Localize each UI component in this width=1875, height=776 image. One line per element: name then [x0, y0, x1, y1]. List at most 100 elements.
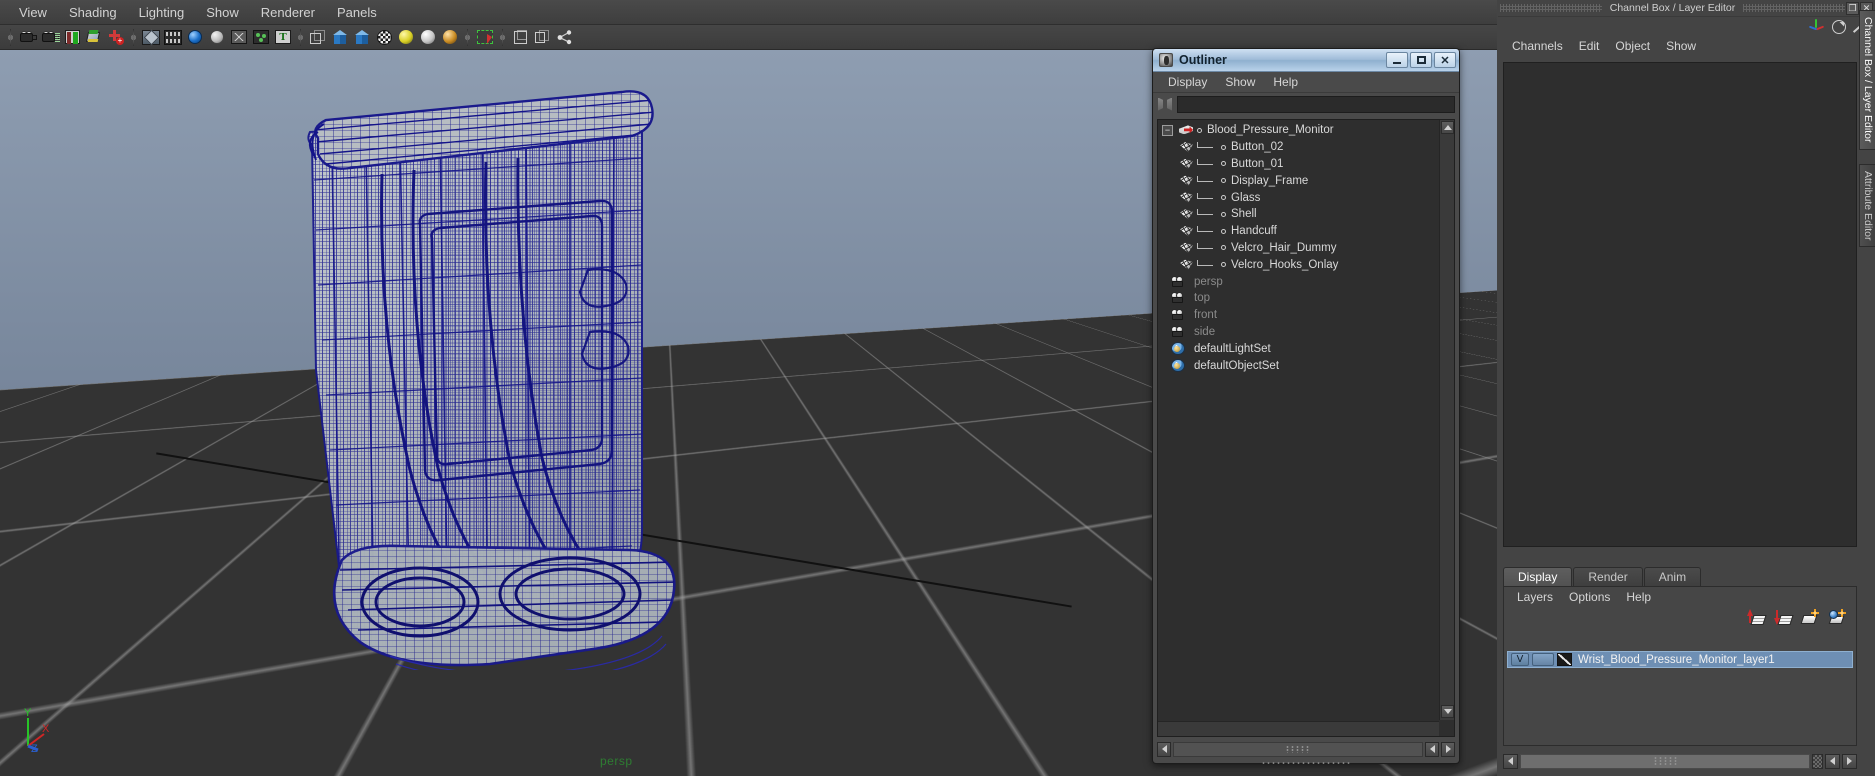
- outliner-vertical-scrollbar[interactable]: [1439, 120, 1454, 720]
- outliner-tree[interactable]: − Blood_Pressure_Monitor Button_02 Butto…: [1158, 120, 1438, 720]
- menu-show[interactable]: Show: [195, 2, 250, 23]
- wireframe-box-icon[interactable]: [308, 27, 328, 47]
- outliner-item-default-light-set[interactable]: defaultLightSet: [1158, 340, 1438, 357]
- scroll-down-button[interactable]: [1441, 705, 1454, 718]
- outliner-item-glass[interactable]: Glass: [1158, 189, 1438, 206]
- isolate-cube-icon[interactable]: [510, 27, 530, 47]
- scroll-right-step-button[interactable]: [1842, 754, 1857, 769]
- wireframe-model[interactable]: [270, 70, 790, 670]
- outliner-item-velcro-hooks-onlay[interactable]: Velcro_Hooks_Onlay: [1158, 256, 1438, 273]
- layer-list[interactable]: V Wrist_Blood_Pressure_Monitor_layer1: [1507, 651, 1853, 741]
- scroll-left-button[interactable]: [1503, 754, 1518, 769]
- outliner-item-velcro-hair-dummy[interactable]: Velcro_Hair_Dummy: [1158, 240, 1438, 257]
- move-tool-icon[interactable]: +: [106, 27, 126, 47]
- close-button[interactable]: ✕: [1434, 52, 1456, 68]
- light-orange-icon[interactable]: [440, 27, 460, 47]
- outliner-item-default-object-set[interactable]: defaultObjectSet: [1158, 357, 1438, 374]
- paint-icon[interactable]: [84, 27, 104, 47]
- outliner-item-shell[interactable]: Shell: [1158, 206, 1438, 223]
- minimize-button[interactable]: [1386, 52, 1408, 68]
- pie-icon[interactable]: [1832, 20, 1846, 34]
- share-icon[interactable]: [554, 27, 574, 47]
- layer-color-swatch[interactable]: [1557, 653, 1572, 666]
- maximize-button[interactable]: [1410, 52, 1432, 68]
- right-panel-horizontal-scrollbar[interactable]: [1503, 752, 1857, 770]
- search-filter-icon[interactable]: [1157, 97, 1173, 112]
- menu-view[interactable]: View: [8, 2, 58, 23]
- outliner-window[interactable]: Outliner ✕ Display Show Help − Blood_Pre…: [1152, 48, 1460, 764]
- texture-icon[interactable]: T: [273, 27, 293, 47]
- outliner-menu-show[interactable]: Show: [1216, 73, 1264, 91]
- outliner-item-button-01[interactable]: Button_01: [1158, 156, 1438, 173]
- outliner-horizontal-scrollbar-inner[interactable]: [1158, 721, 1439, 736]
- camera-attributes-icon[interactable]: [40, 27, 60, 47]
- menu-renderer[interactable]: Renderer: [250, 2, 326, 23]
- outliner-item-side[interactable]: side: [1158, 324, 1438, 341]
- outliner-item-display-frame[interactable]: Display_Frame: [1158, 172, 1438, 189]
- image-plane-icon[interactable]: [62, 27, 82, 47]
- tab-display[interactable]: Display: [1503, 567, 1572, 586]
- smooth-shade-icon[interactable]: [185, 27, 205, 47]
- scroll-track[interactable]: [1173, 742, 1423, 757]
- menu-show[interactable]: Show: [1658, 37, 1704, 55]
- outliner-item-persp[interactable]: persp: [1158, 273, 1438, 290]
- camera-icon[interactable]: [18, 27, 38, 47]
- layer-playback-toggle[interactable]: [1532, 653, 1554, 666]
- outliner-item-top[interactable]: top: [1158, 290, 1438, 307]
- layer-row[interactable]: V Wrist_Blood_Pressure_Monitor_layer1: [1507, 651, 1853, 668]
- drag-handle-right[interactable]: [1743, 4, 1845, 12]
- outliner-item-handcuff[interactable]: Handcuff: [1158, 223, 1438, 240]
- menu-object[interactable]: Object: [1607, 37, 1658, 55]
- lights-icon[interactable]: [251, 27, 271, 47]
- outliner-item-front[interactable]: front: [1158, 307, 1438, 324]
- menu-help[interactable]: Help: [1618, 588, 1659, 606]
- checker-icon[interactable]: [374, 27, 394, 47]
- new-layer-icon[interactable]: [1801, 609, 1819, 625]
- vtab-attribute-editor[interactable]: Attribute Editor: [1859, 164, 1875, 247]
- menu-edit[interactable]: Edit: [1571, 37, 1608, 55]
- resize-grip[interactable]: [1261, 761, 1351, 765]
- menu-panels[interactable]: Panels: [326, 2, 388, 23]
- menu-channels[interactable]: Channels: [1504, 37, 1571, 55]
- drag-handle-left[interactable]: [1500, 4, 1602, 12]
- scroll-left-button[interactable]: [1157, 742, 1171, 757]
- outliner-menu-display[interactable]: Display: [1159, 73, 1216, 91]
- flat-shade-icon[interactable]: [207, 27, 227, 47]
- outliner-titlebar[interactable]: Outliner ✕: [1153, 49, 1459, 72]
- move-layer-down-icon[interactable]: [1774, 609, 1792, 625]
- scroll-left-step-button[interactable]: [1425, 742, 1439, 757]
- scroll-track[interactable]: [1520, 754, 1810, 769]
- layer-visibility-toggle[interactable]: V: [1511, 653, 1529, 666]
- expander-toggle[interactable]: −: [1162, 125, 1173, 136]
- menu-layers[interactable]: Layers: [1509, 588, 1561, 606]
- tab-anim[interactable]: Anim: [1644, 567, 1701, 586]
- tab-render[interactable]: Render: [1573, 567, 1642, 586]
- scroll-right-step-button[interactable]: [1441, 742, 1455, 757]
- scroll-resize-grip[interactable]: [1812, 754, 1823, 769]
- menu-shading[interactable]: Shading: [58, 2, 128, 23]
- scroll-left-step-button[interactable]: [1825, 754, 1840, 769]
- move-layer-up-icon[interactable]: [1747, 609, 1765, 625]
- wireframe-shading-icon[interactable]: [141, 27, 161, 47]
- film-gate-icon[interactable]: [163, 27, 183, 47]
- vtab-channel-box-layer-editor[interactable]: Channel Box / Layer Editor: [1859, 10, 1875, 150]
- light-yellow-icon[interactable]: [396, 27, 416, 47]
- menu-options[interactable]: Options: [1561, 588, 1618, 606]
- duplicate-icon[interactable]: [532, 27, 552, 47]
- new-layer-from-selected-icon[interactable]: [1828, 609, 1846, 625]
- menu-lighting[interactable]: Lighting: [128, 2, 196, 23]
- shaded-cube-2-icon[interactable]: [352, 27, 372, 47]
- marquee-select-icon[interactable]: [475, 27, 495, 47]
- outliner-item-button-02[interactable]: Button_02: [1158, 139, 1438, 156]
- scroll-up-button[interactable]: [1441, 121, 1454, 134]
- shaded-cube-icon[interactable]: [330, 27, 350, 47]
- restore-button[interactable]: ❐: [1846, 2, 1859, 15]
- outliner-footer-scroll[interactable]: [1157, 739, 1455, 759]
- outliner-root-row[interactable]: − Blood_Pressure_Monitor: [1158, 122, 1438, 139]
- axis-icon[interactable]: [1808, 19, 1825, 34]
- search-input[interactable]: [1177, 96, 1455, 113]
- light-white-icon[interactable]: [418, 27, 438, 47]
- outliner-menu-help[interactable]: Help: [1264, 73, 1307, 91]
- channel-box-content[interactable]: [1503, 62, 1857, 547]
- xray-icon[interactable]: [229, 27, 249, 47]
